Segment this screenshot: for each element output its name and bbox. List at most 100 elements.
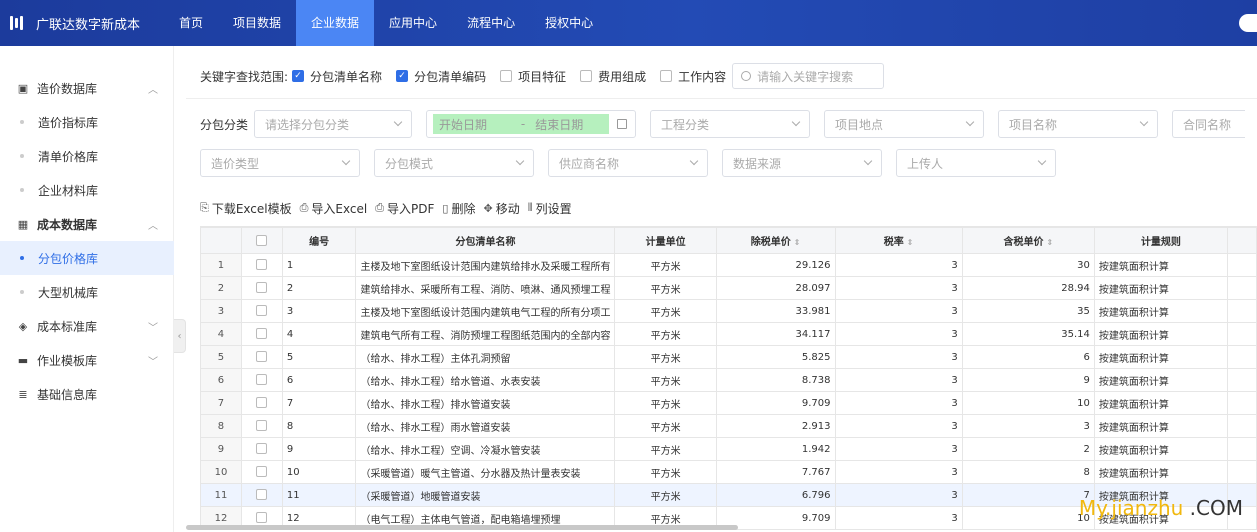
- cell-select[interactable]: [240, 391, 283, 415]
- sidebar-item-subcontract-price[interactable]: 分包价格库: [0, 241, 174, 275]
- cell-select[interactable]: [240, 414, 283, 438]
- cell-select[interactable]: [240, 368, 283, 392]
- nav-item-app-center[interactable]: 应用中心: [374, 0, 452, 46]
- sidebar-group-templates[interactable]: ▬ 作业模板库 ﹀: [0, 343, 174, 377]
- table-row[interactable]: 5 5 （给水、排水工程）主体孔洞预留 平方米 5.825 3 6 按建筑面积计算: [200, 345, 1257, 369]
- table-row[interactable]: 9 9 （给水、排水工程）空调、冷凝水管安装 平方米 1.942 3 2 按建筑面积计算: [200, 437, 1257, 461]
- end-date-input[interactable]: 结束日期: [529, 114, 610, 134]
- checkbox-icon: [256, 443, 268, 455]
- sidebar-group-cost-standard[interactable]: ◈ 成本标准库 ﹀: [0, 309, 174, 343]
- cell-price-ex-tax: 1.942: [715, 437, 836, 461]
- sidebar-item-materials[interactable]: 企业材料库: [0, 173, 174, 207]
- date-range-picker[interactable]: 开始日期 - 结束日期: [426, 110, 637, 138]
- cell-select[interactable]: [240, 299, 283, 323]
- cell-name: （给水、排水工程）主体孔洞预留: [355, 345, 616, 369]
- cell-unit: 平方米: [614, 253, 717, 277]
- cost-type-select[interactable]: 造价类型: [200, 149, 360, 177]
- table-row[interactable]: 6 6 （给水、排水工程）给水管道、水表安装 平方米 8.738 3 9 按建筑面积计算: [200, 368, 1257, 392]
- table-row[interactable]: 1 1 主楼及地下室图纸设计范围内建筑给排水及采暖工程所有 平方米 29.126 3 30 按…: [200, 253, 1257, 277]
- header-name[interactable]: 分包清单名称: [355, 227, 616, 254]
- sidebar-item-label: 分包价格库: [38, 251, 99, 266]
- cell-select[interactable]: [240, 460, 283, 484]
- supplier-name-select[interactable]: 供应商名称: [548, 149, 708, 177]
- sort-icon[interactable]: ⇕: [907, 238, 914, 247]
- sidebar-item-bill-price[interactable]: 清单价格库: [0, 139, 174, 173]
- cell-unit: 平方米: [614, 437, 717, 461]
- table-row[interactable]: 4 4 建筑电气所有工程、消防预埋工程图纸范围内的全部内容 平方米 34.117 3 35.…: [200, 322, 1257, 346]
- sidebar-collapse-toggle[interactable]: ‹: [174, 319, 186, 353]
- header-unit[interactable]: 计量单位: [614, 227, 717, 254]
- select-placeholder: 数据来源: [733, 156, 782, 171]
- header-price-ex-tax[interactable]: 除税单价 ⇕: [715, 227, 836, 254]
- uploader-select[interactable]: 上传人: [896, 149, 1056, 177]
- cell-index: 9: [200, 437, 242, 461]
- watermark-text-a: My.jianzhu: [1078, 496, 1184, 520]
- sort-icon[interactable]: ⇕: [1046, 238, 1053, 247]
- nav-item-enterprise-data[interactable]: 企业数据: [296, 0, 375, 46]
- checkbox-project-features[interactable]: 项目特征: [500, 68, 566, 85]
- cell-select[interactable]: [240, 276, 283, 300]
- delete-button[interactable]: ▯ 删除: [442, 200, 475, 217]
- subcontract-category-select[interactable]: 请选择分包分类: [254, 110, 413, 138]
- start-date-input[interactable]: 开始日期: [433, 114, 517, 134]
- chevron-up-icon: ︿: [148, 220, 158, 232]
- horizontal-scrollbar[interactable]: [186, 525, 738, 530]
- checkbox-icon: [580, 70, 593, 82]
- table-row[interactable]: 8 8 （给水、排水工程）雨水管道安装 平方米 2.913 3 3 按建筑面积计算: [200, 414, 1257, 438]
- app-title: 广联达数字新成本: [36, 17, 141, 33]
- sidebar-item-machinery[interactable]: 大型机械库: [0, 275, 174, 309]
- cell-select[interactable]: [240, 437, 283, 461]
- cell-select[interactable]: [240, 345, 283, 369]
- sort-icon[interactable]: ⇕: [794, 238, 801, 247]
- contract-name-select[interactable]: 合同名称: [1172, 110, 1246, 138]
- cell-price-ex-tax: 5.825: [715, 345, 836, 369]
- cell-select[interactable]: [240, 483, 283, 507]
- cell-code: 10: [281, 460, 357, 484]
- header-rule[interactable]: 计量规则: [1093, 227, 1229, 254]
- header-tax-rate[interactable]: 税率 ⇕: [834, 227, 963, 254]
- cell-select[interactable]: [240, 322, 283, 346]
- table-row[interactable]: 10 10 （采暖管道）暖气主管道、分水器及热计量表安装 平方米 7.767 3 8 按建筑面…: [200, 460, 1257, 484]
- nav-item-home[interactable]: 首页: [164, 0, 218, 46]
- table-body: 1 1 主楼及地下室图纸设计范围内建筑给排水及采暖工程所有 平方米 29.126 3 30 按…: [200, 253, 1257, 530]
- sidebar-group-basic-info[interactable]: ≣ 基础信息库: [0, 377, 174, 411]
- import-excel-button[interactable]: ⎙ 导入Excel: [300, 200, 368, 217]
- nav-item-project-data[interactable]: 项目数据: [218, 0, 296, 46]
- sidebar-item-cost-index[interactable]: 造价指标库: [0, 105, 174, 139]
- column-settings-button[interactable]: ⦀ 列设置: [528, 200, 572, 217]
- cell-unit: 平方米: [614, 368, 717, 392]
- nav-item-license-center[interactable]: 授权中心: [530, 0, 608, 46]
- nav-item-workflow-center[interactable]: 流程中心: [452, 0, 530, 46]
- header-price-inc-tax[interactable]: 含税单价 ⇕: [961, 227, 1095, 254]
- sidebar-group-label: 成本数据库: [37, 217, 98, 232]
- table-row[interactable]: 2 2 建筑给排水、采暖所有工程、消防、喷淋、通风预埋工程 平方米 28.097 3 28.…: [200, 276, 1257, 300]
- checkbox-cost-composition[interactable]: 费用组成: [580, 68, 646, 85]
- header-select-all[interactable]: [240, 227, 283, 254]
- checkbox-label: 分包清单名称: [310, 69, 383, 84]
- select-placeholder: 供应商名称: [559, 156, 620, 171]
- keyword-search-input[interactable]: 请输入关键字搜索: [732, 63, 885, 89]
- sidebar-group-cost-database[interactable]: ▣ 造价数据库 ︿: [0, 71, 174, 105]
- cell-index: 4: [200, 322, 242, 346]
- download-template-button[interactable]: ⎘ 下载Excel模板: [200, 200, 292, 217]
- project-name-select[interactable]: 项目名称: [998, 110, 1159, 138]
- cell-select[interactable]: [240, 253, 283, 277]
- header-code[interactable]: 编号: [281, 227, 357, 254]
- checkbox-subcontract-name[interactable]: ✓ 分包清单名称: [292, 68, 382, 85]
- user-menu-icon[interactable]: [1239, 14, 1257, 32]
- cell-name: 主楼及地下室图纸设计范围内建筑给排水及采暖工程所有: [355, 253, 616, 277]
- data-source-select[interactable]: 数据来源: [722, 149, 882, 177]
- sidebar-group-cost-data[interactable]: ▦ 成本数据库 ︿: [0, 207, 174, 241]
- subcontract-mode-select[interactable]: 分包模式: [374, 149, 534, 177]
- checkbox-subcontract-code[interactable]: ✓ 分包清单编码: [396, 68, 486, 85]
- project-type-select[interactable]: 工程分类: [650, 110, 811, 138]
- keyword-scope-row: 关键字查找范围: ✓ 分包清单名称 ✓ 分包清单编码 项目特征 费用组成 工作内容 …: [186, 62, 885, 90]
- checkbox-work-content[interactable]: 工作内容: [660, 68, 726, 85]
- checkbox-icon: [256, 374, 268, 386]
- project-location-select[interactable]: 项目地点: [824, 110, 985, 138]
- table-row[interactable]: 7 7 （给水、排水工程）排水管道安装 平方米 9.709 3 10 按建筑面积计算: [200, 391, 1257, 415]
- app-logo[interactable]: 广联达数字新成本: [10, 0, 140, 46]
- move-button[interactable]: ✥ 移动: [484, 200, 520, 217]
- table-row[interactable]: 3 3 主楼及地下室图纸设计范围内建筑电气工程的所有分项工 平方米 33.981 3 35 按…: [200, 299, 1257, 323]
- import-pdf-button[interactable]: ⎙ 导入PDF: [375, 200, 434, 217]
